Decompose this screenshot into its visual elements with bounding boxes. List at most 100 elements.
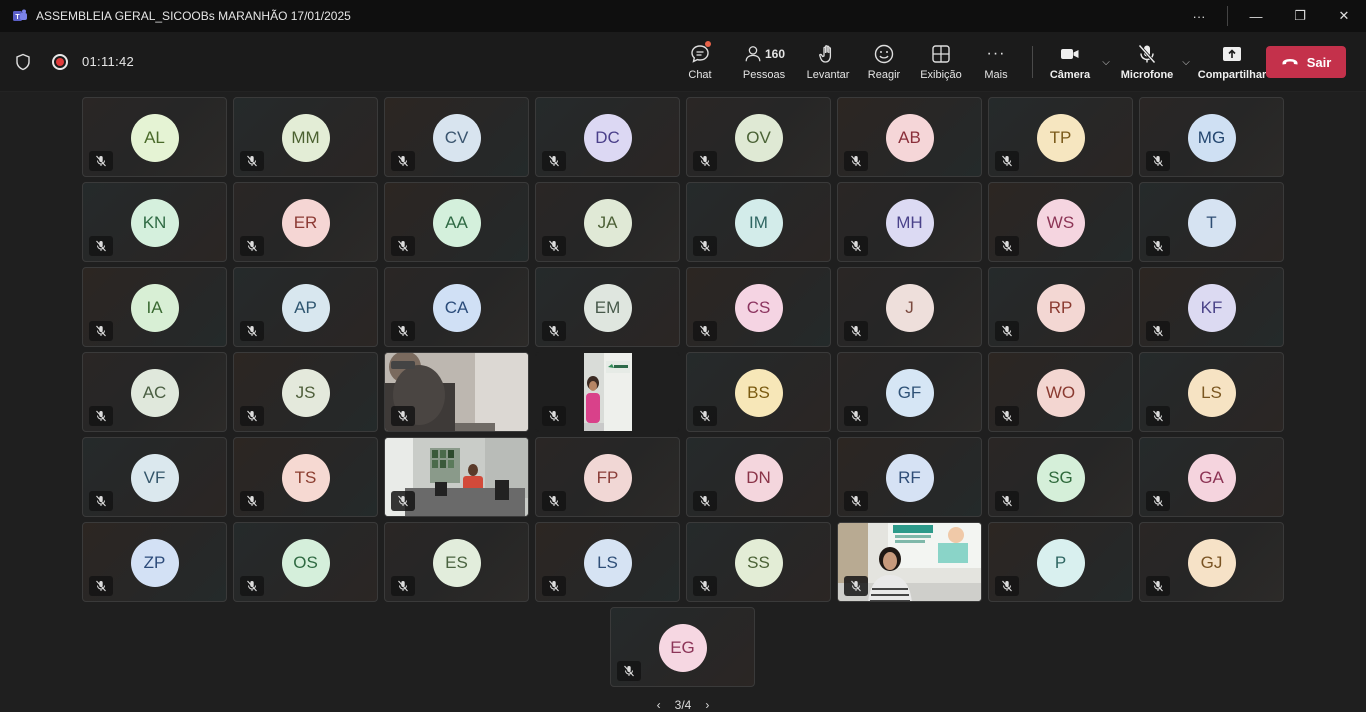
muted-microphone-icon bbox=[995, 576, 1019, 596]
participant-tile[interactable]: T bbox=[1139, 182, 1284, 262]
participant-tile[interactable]: GA bbox=[1139, 437, 1284, 517]
participant-tile[interactable]: TP bbox=[988, 97, 1133, 177]
participant-tile[interactable]: VF bbox=[82, 437, 227, 517]
avatar: BS bbox=[734, 369, 783, 417]
participant-tile[interactable]: AB bbox=[837, 97, 982, 177]
participant-tile[interactable]: ZP bbox=[82, 522, 227, 602]
participant-tile[interactable]: AA bbox=[384, 182, 529, 262]
close-button[interactable]: ✕ bbox=[1322, 0, 1366, 32]
avatar: OS bbox=[281, 539, 330, 587]
smiley-icon bbox=[874, 44, 894, 64]
avatar: ER bbox=[281, 199, 330, 247]
participant-tile[interactable]: ER bbox=[233, 182, 378, 262]
participant-tile[interactable]: OS bbox=[233, 522, 378, 602]
participant-tile[interactable]: KN bbox=[82, 182, 227, 262]
meeting-timer: 01:11:42 bbox=[82, 54, 135, 69]
participant-tile[interactable]: JA bbox=[535, 182, 680, 262]
participant-tile[interactable]: MM bbox=[233, 97, 378, 177]
participant-tile[interactable]: SS bbox=[686, 522, 831, 602]
avatar: RP bbox=[1036, 284, 1085, 332]
participant-tile[interactable]: BS bbox=[686, 352, 831, 432]
participant-tile[interactable]: CV bbox=[384, 97, 529, 177]
participant-tile[interactable]: IA bbox=[82, 267, 227, 347]
muted-microphone-icon bbox=[89, 321, 113, 341]
participant-tile[interactable]: MH bbox=[837, 182, 982, 262]
participant-tile[interactable]: GJ bbox=[1139, 522, 1284, 602]
share-button[interactable]: Compartilhar bbox=[1198, 32, 1266, 92]
avatar: RF bbox=[885, 454, 934, 502]
participant-tile[interactable]: GF bbox=[837, 352, 982, 432]
participant-tile[interactable]: CA bbox=[384, 267, 529, 347]
window-more-button[interactable]: ··· bbox=[1177, 0, 1221, 32]
muted-microphone-icon bbox=[844, 151, 868, 171]
camera-button[interactable]: Câmera bbox=[1045, 32, 1095, 92]
participant-tile[interactable]: WO bbox=[988, 352, 1133, 432]
people-button[interactable]: 160 Pessoas bbox=[732, 32, 796, 92]
participant-tile[interactable]: DC bbox=[535, 97, 680, 177]
maximize-button[interactable]: ❐ bbox=[1278, 0, 1322, 32]
participant-tile[interactable]: AP bbox=[233, 267, 378, 347]
grid-view-icon bbox=[932, 45, 950, 63]
participant-tile[interactable]: RP bbox=[988, 267, 1133, 347]
avatar: KF bbox=[1187, 284, 1236, 332]
participant-tile[interactable]: J bbox=[837, 267, 982, 347]
participant-video-tile[interactable] bbox=[384, 352, 529, 432]
participant-tile[interactable]: RF bbox=[837, 437, 982, 517]
raise-hand-button[interactable]: Levantar bbox=[802, 32, 854, 92]
muted-microphone-icon bbox=[995, 236, 1019, 256]
participant-tile[interactable]: OV bbox=[686, 97, 831, 177]
meeting-toolbar: 01:11:42 Chat 160 Pessoas Levantar Reagi… bbox=[0, 32, 1366, 92]
camera-label: Câmera bbox=[1049, 69, 1091, 81]
minimize-button[interactable]: — bbox=[1234, 0, 1278, 32]
microphone-button[interactable]: Microfone bbox=[1119, 32, 1175, 92]
muted-microphone-icon bbox=[89, 151, 113, 171]
participant-video-tile[interactable] bbox=[384, 437, 529, 517]
participant-tile[interactable]: TS bbox=[233, 437, 378, 517]
avatar: DN bbox=[734, 454, 783, 502]
participant-tile[interactable]: LS bbox=[1139, 352, 1284, 432]
raise-hand-icon bbox=[819, 45, 832, 63]
participant-tile[interactable]: CS bbox=[686, 267, 831, 347]
camera-options-chevron-icon[interactable]: ⌵ bbox=[1099, 32, 1113, 92]
view-button[interactable]: Exibição bbox=[914, 32, 968, 92]
more-button[interactable]: ··· Mais bbox=[972, 32, 1020, 92]
participant-tile[interactable]: P bbox=[988, 522, 1133, 602]
muted-microphone-icon bbox=[240, 151, 264, 171]
participant-video-tile[interactable] bbox=[837, 522, 982, 602]
participant-tile[interactable]: LS bbox=[535, 522, 680, 602]
participant-tile[interactable]: FP bbox=[535, 437, 680, 517]
participant-tile[interactable]: EG bbox=[610, 607, 755, 687]
video-grid: AL MM CV DC OV AB TP MG KN ER AA JA IM M… bbox=[0, 92, 1366, 712]
participant-tile[interactable]: KF bbox=[1139, 267, 1284, 347]
participant-tile[interactable]: SG bbox=[988, 437, 1133, 517]
participant-tile[interactable]: WS bbox=[988, 182, 1133, 262]
muted-microphone-icon bbox=[240, 321, 264, 341]
participant-tile[interactable]: DN bbox=[686, 437, 831, 517]
more-dots-icon: ··· bbox=[986, 45, 1006, 62]
toolbar-divider bbox=[1032, 46, 1033, 78]
microphone-options-chevron-icon[interactable]: ⌵ bbox=[1179, 32, 1193, 92]
muted-microphone-icon bbox=[89, 576, 113, 596]
chat-button[interactable]: Chat bbox=[676, 32, 724, 92]
leave-button[interactable]: Sair bbox=[1266, 46, 1346, 78]
participant-tile[interactable]: IM bbox=[686, 182, 831, 262]
avatar: P bbox=[1036, 539, 1085, 587]
participant-video-tile[interactable] bbox=[535, 352, 680, 432]
participant-tile[interactable]: AC bbox=[82, 352, 227, 432]
avatar: WO bbox=[1036, 369, 1085, 417]
participant-tile[interactable]: EM bbox=[535, 267, 680, 347]
participant-tile[interactable]: ES bbox=[384, 522, 529, 602]
react-button[interactable]: Reagir bbox=[860, 32, 908, 92]
participant-tile[interactable]: MG bbox=[1139, 97, 1284, 177]
avatar: JA bbox=[583, 199, 632, 247]
avatar: GJ bbox=[1187, 539, 1236, 587]
participant-tile[interactable]: JS bbox=[233, 352, 378, 432]
recording-icon bbox=[52, 53, 68, 70]
participant-tile[interactable]: AL bbox=[82, 97, 227, 177]
avatar: MH bbox=[885, 199, 934, 247]
avatar: GF bbox=[885, 369, 934, 417]
avatar: AB bbox=[885, 114, 934, 162]
shield-icon[interactable] bbox=[14, 53, 32, 71]
avatar: FP bbox=[583, 454, 632, 502]
avatar: AA bbox=[432, 199, 481, 247]
